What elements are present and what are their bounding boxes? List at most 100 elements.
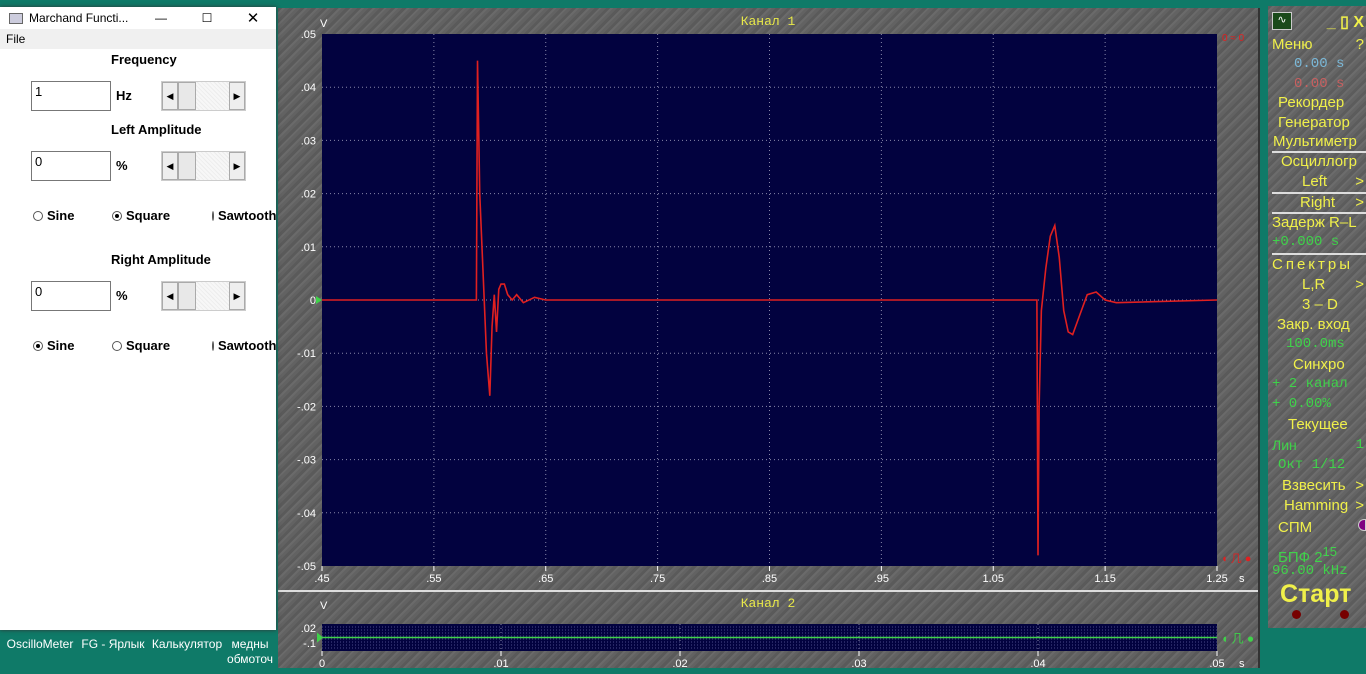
app-icon: ∿ <box>1272 12 1292 30</box>
arrow[interactable]: > <box>1355 477 1364 494</box>
closed-input-value: 100.0ms <box>1286 336 1345 352</box>
left-square-radio[interactable]: Square <box>112 208 170 223</box>
time-readout-1: 0.00 s <box>1294 56 1345 72</box>
channel2-plot[interactable]: 0 .01 .02 .03 .04 .05 s .02 -.1 ◖ 几 ● <box>278 588 1260 668</box>
trigger-marker <box>316 296 322 304</box>
hamming-button[interactable]: Hamming <box>1284 497 1366 514</box>
x-tick-label: .45 <box>314 573 329 585</box>
x-tick-label: .04 <box>1030 658 1045 668</box>
arrow[interactable]: > <box>1355 194 1364 211</box>
psd-indicator[interactable] <box>1358 519 1366 531</box>
x-unit: s <box>1239 658 1245 668</box>
frequency-unit: Hz <box>116 88 132 103</box>
multimeter-button[interactable]: Мультиметр <box>1273 133 1366 150</box>
x-unit: s <box>1239 573 1245 585</box>
left-amplitude-slider[interactable]: ◀ ▶ <box>161 151 246 181</box>
menu-bar: File <box>0 29 276 49</box>
left-amplitude-label: Left Amplitude <box>111 122 202 137</box>
window-controls[interactable]: _ ▯ X <box>1327 12 1364 32</box>
frequency-input[interactable]: 1 <box>31 81 111 111</box>
frequency-label: Frequency <box>111 52 177 67</box>
right-sine-radio[interactable]: Sine <box>33 338 74 353</box>
ch1-marker: 0 ≈ 0 <box>1222 33 1245 44</box>
fft-exponent: 15 <box>1322 544 1338 559</box>
y-tick-label: -.04 <box>297 508 316 520</box>
sync-button[interactable]: Синхро <box>1293 356 1366 373</box>
title-bar[interactable]: Marchand Functi... — ☐ ✕ <box>0 7 276 29</box>
close-button[interactable]: ✕ <box>230 9 276 27</box>
x-tick-label: .05 <box>1209 658 1224 668</box>
y-tick-label: -.02 <box>297 401 316 413</box>
recorder-button[interactable]: Рекордер <box>1278 94 1366 111</box>
menu-button[interactable]: Меню <box>1272 36 1366 53</box>
y-tick-label: .02 <box>301 623 316 635</box>
window-title: Marchand Functi... <box>29 11 129 25</box>
x-tick-label: 0 <box>319 658 325 668</box>
right-amplitude-label: Right Amplitude <box>111 252 211 267</box>
left-sawtooth-radio[interactable]: Sawtooth <box>212 208 276 223</box>
sync-level[interactable]: + 0.00% <box>1272 396 1366 412</box>
right-amplitude-input[interactable]: 0 <box>31 281 111 311</box>
x-tick-label: .65 <box>538 573 553 585</box>
generator-button[interactable]: Генератор <box>1278 114 1366 131</box>
left-sine-radio[interactable]: Sine <box>33 208 74 223</box>
frequency-slider[interactable]: ◀ ▶ <box>161 81 246 111</box>
help-button[interactable]: ? <box>1356 36 1364 53</box>
y-tick-label: .01 <box>301 242 316 254</box>
desktop-icon-oscillometer[interactable]: OscilloMeter <box>0 637 80 651</box>
delay-value: +0.000 s <box>1272 234 1340 250</box>
y-tick-label: -.1 <box>303 638 316 650</box>
psd-button[interactable]: СПМ <box>1278 519 1366 536</box>
led-right <box>1340 610 1349 619</box>
control-panel: ∿ _ ▯ X Меню ? 0.00 s 0.00 s Рекордер Ге… <box>1268 6 1366 628</box>
x-tick-label: 1.15 <box>1094 573 1115 585</box>
weigh-button[interactable]: Взвесить <box>1282 477 1366 494</box>
arrow[interactable]: > <box>1355 276 1364 293</box>
closed-input-button[interactable]: Закр. вход <box>1277 316 1366 333</box>
channel1-plot[interactable]: .45 .55 .65 .75 .85 .95 1.05 1.15 1.25 s .05 .04 .03… <box>278 8 1260 588</box>
oscilloscope-window: Канал 1 V .45.55.65.75.85.95 1.05 1.15 1.25… <box>278 8 1260 668</box>
time-readout-2: 0.00 s <box>1294 76 1345 92</box>
channel1-controls-icon: ◖ 几 ● <box>1221 553 1251 565</box>
oscilloscope-button[interactable]: Осциллогр <box>1281 153 1366 170</box>
y-tick-label: -.05 <box>297 561 316 573</box>
x-tick-label: .95 <box>874 573 889 585</box>
sync-channel[interactable]: + 2 канал <box>1272 376 1366 392</box>
lin-label[interactable]: Лин <box>1272 437 1366 453</box>
x-tick-label: .01 <box>493 658 508 668</box>
y-tick-label: .02 <box>301 189 316 201</box>
led-left <box>1292 610 1301 619</box>
left-amplitude-input[interactable]: 0 <box>31 151 111 181</box>
menu-file[interactable]: File <box>6 32 25 46</box>
delay-label[interactable]: Задерж R–L <box>1272 214 1366 231</box>
x-tick-label: .85 <box>762 573 777 585</box>
right-amplitude-unit: % <box>116 288 128 303</box>
current-button[interactable]: Текущее <box>1288 416 1366 433</box>
app-icon <box>9 12 23 24</box>
y-tick-label: .04 <box>301 82 316 94</box>
desktop-icon-copper[interactable]: медны обмоточ <box>222 637 278 667</box>
right-sawtooth-radio[interactable]: Sawtooth <box>212 338 276 353</box>
spectra-button[interactable]: Спектры <box>1272 256 1366 273</box>
function-generator-window: Marchand Functi... — ☐ ✕ File Frequency … <box>0 7 276 630</box>
x-tick-label: 1.05 <box>983 573 1004 585</box>
3d-button[interactable]: 3 – D <box>1302 296 1366 313</box>
channel2-controls-icon: ◖ 几 ● <box>1221 632 1254 646</box>
separator <box>1272 253 1366 255</box>
x-tick-label: .02 <box>672 658 687 668</box>
arrow[interactable]: > <box>1355 173 1364 190</box>
y-tick-label: -.03 <box>297 455 316 467</box>
x-tick-label: .03 <box>851 658 866 668</box>
right-square-radio[interactable]: Square <box>112 338 170 353</box>
desktop-icon-calculator[interactable]: Калькулятор <box>147 637 227 651</box>
arrow[interactable]: > <box>1355 497 1364 514</box>
x-tick-label: .55 <box>426 573 441 585</box>
minimize-button[interactable]: — <box>138 11 184 25</box>
y-tick-label: -.01 <box>297 348 316 360</box>
start-button[interactable]: Старт <box>1280 580 1366 609</box>
sample-rate[interactable]: 96.00 kHz <box>1272 563 1366 579</box>
maximize-button[interactable]: ☐ <box>184 11 230 25</box>
right-amplitude-slider[interactable]: ◀ ▶ <box>161 281 246 311</box>
desktop-icon-fg[interactable]: FG - Ярлык <box>73 637 153 651</box>
octave-setting[interactable]: Окт 1/12 <box>1278 457 1366 473</box>
